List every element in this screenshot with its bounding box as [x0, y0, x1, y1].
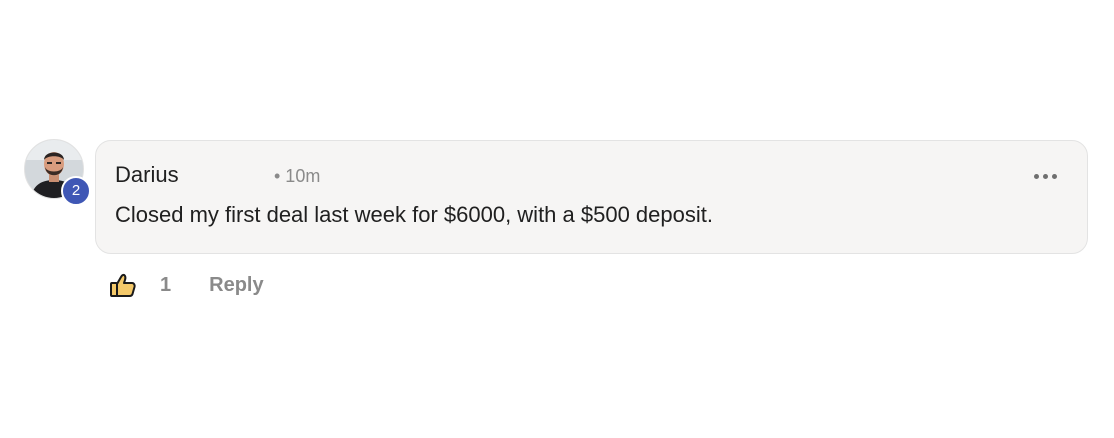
like-count: 1	[160, 273, 172, 296]
author-avatar-container[interactable]: 2	[24, 139, 91, 206]
thumbs-up-icon[interactable]	[108, 270, 138, 300]
comment: 2 Darius • 10m Closed my first deal last…	[0, 0, 1114, 438]
comment-bubble: Darius • 10m Closed my first deal last w…	[95, 140, 1088, 254]
comment-timestamp: • 10m	[274, 166, 321, 186]
reply-button[interactable]: Reply	[209, 274, 263, 297]
more-dot	[1042, 173, 1048, 179]
author-name[interactable]: Darius	[115, 162, 179, 188]
more-dot	[1033, 173, 1039, 179]
comment-actions: 1 Reply	[108, 268, 264, 302]
comment-text: Closed my first deal last week for $6000…	[115, 202, 713, 227]
more-options-icon[interactable]	[1027, 163, 1063, 189]
more-dot	[1051, 173, 1057, 179]
level-badge: 2	[61, 176, 91, 206]
